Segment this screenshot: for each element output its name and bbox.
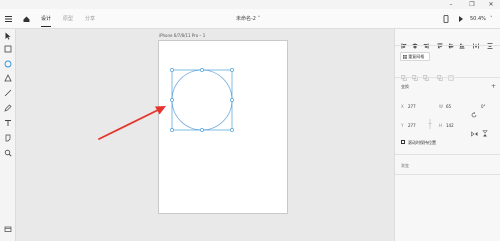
x-input[interactable]: 277 xyxy=(408,104,416,109)
width-input[interactable]: 65 xyxy=(446,104,451,109)
divider xyxy=(395,45,500,46)
align-middle-icon[interactable] xyxy=(448,34,454,53)
repeat-grid-icon xyxy=(403,54,407,59)
y-label: Y xyxy=(401,123,404,128)
align-bottom-icon[interactable] xyxy=(459,34,465,53)
y-input[interactable]: 277 xyxy=(408,123,416,128)
flip-horizontal-icon[interactable] xyxy=(471,122,478,141)
divider xyxy=(395,154,500,155)
x-label: X xyxy=(401,104,404,109)
divider xyxy=(395,174,500,175)
divider xyxy=(395,77,500,78)
convert-path-icon[interactable] xyxy=(448,66,454,85)
property-panel: 重复网格 变换 + X 277 W 65 0° Y 277 H 142 滚动时保… xyxy=(394,29,500,241)
lock-aspect-icon[interactable] xyxy=(428,114,432,133)
selection-handles[interactable] xyxy=(170,68,234,132)
fix-position-checkbox[interactable] xyxy=(401,140,405,144)
align-top-icon[interactable] xyxy=(437,34,443,53)
repeat-grid-button[interactable]: 重复网格 xyxy=(400,52,430,61)
align-left-icon[interactable] xyxy=(401,34,407,53)
align-center-h-icon[interactable] xyxy=(412,34,418,53)
boolean-intersect-icon[interactable] xyxy=(423,66,429,85)
gradient-section-label: 渐变 xyxy=(401,163,409,168)
boolean-add-icon[interactable] xyxy=(401,66,407,85)
selected-ellipse[interactable] xyxy=(171,69,233,131)
height-input[interactable]: 142 xyxy=(446,123,454,128)
fix-position-label: 滚动时保持位置 xyxy=(408,140,436,145)
w-label: W xyxy=(439,104,443,109)
rotation-input[interactable]: 0° xyxy=(481,104,486,109)
distribute-v-icon[interactable] xyxy=(487,34,493,53)
add-icon[interactable]: + xyxy=(491,83,496,90)
boolean-subtract-icon[interactable] xyxy=(412,66,418,85)
transform-section-label: 变换 xyxy=(401,84,409,89)
red-arrow-annotation xyxy=(98,106,166,140)
repeat-grid-label: 重复网格 xyxy=(408,54,425,59)
h-label: H xyxy=(439,123,443,128)
boolean-exclude-icon[interactable] xyxy=(437,66,443,85)
flip-vertical-icon[interactable] xyxy=(482,122,488,141)
align-right-icon[interactable] xyxy=(423,34,429,53)
distribute-h-icon[interactable] xyxy=(473,34,479,53)
rotate-icon[interactable] xyxy=(471,103,477,122)
